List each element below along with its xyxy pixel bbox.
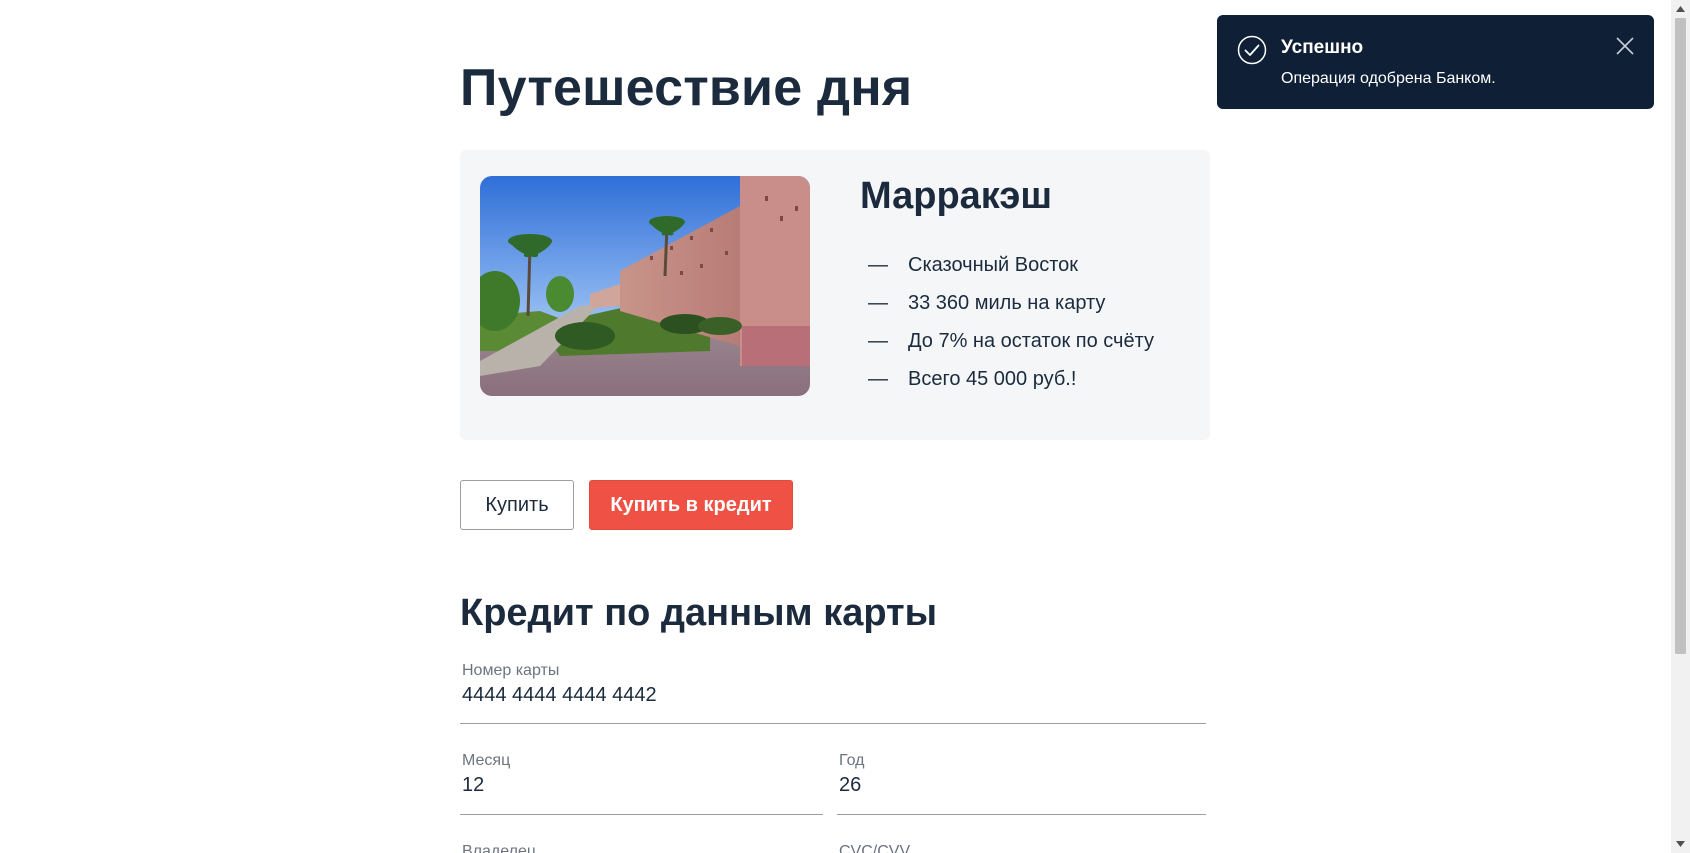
scroll-down-arrow-icon[interactable] [1671,835,1690,853]
scroll-up-arrow-icon[interactable] [1671,0,1690,18]
card-number-label: Номер карты [462,662,560,679]
owner-field[interactable]: Владелец [460,843,823,853]
cvc-label: CVC/CVV [839,843,911,853]
year-label: Год [839,752,865,769]
notification-title: Успешно [1281,37,1364,58]
success-notification: Успешно Операция одобрена Банком. [1217,15,1654,109]
close-icon[interactable] [1614,35,1636,57]
year-field[interactable]: Год 26 [837,752,1206,815]
notification-message: Операция одобрена Банком. [1281,70,1496,87]
card-number-field[interactable]: Номер карты 4444 4444 4444 4442 [460,662,1206,724]
list-item: — Всего 45 000 руб.! [868,367,1077,390]
list-item: — Сказочный Восток [868,253,1078,276]
scrollbar-thumb[interactable] [1675,18,1686,654]
year-input[interactable]: 26 [839,774,861,797]
vertical-scrollbar[interactable] [1671,0,1690,853]
card-number-input[interactable]: 4444 4444 4444 4442 [462,684,657,707]
list-item: — До 7% на остаток по счёту [868,329,1154,352]
buy-on-credit-button[interactable]: Купить в кредит [589,480,793,530]
page: Путешествие дня Марракэш — Сказочный Вос… [0,0,1690,853]
credit-form-title: Кредит по данным карты [460,592,938,634]
buy-button[interactable]: Купить [460,480,574,530]
month-label: Месяц [462,752,511,769]
offer-title: Марракэш [860,175,1052,217]
month-field[interactable]: Месяц 12 [460,752,823,815]
month-input[interactable]: 12 [462,774,484,797]
offer-image [480,176,810,396]
offer-features: — Сказочный Восток —33 360 миль на карту … [868,246,1154,398]
list-item: —33 360 миль на карту [868,291,1106,314]
page-title: Путешествие дня [460,59,913,117]
marrakech-walls-photo [480,176,810,396]
check-circle-icon [1237,35,1267,65]
cvc-field[interactable]: CVC/CVV [837,843,1206,853]
owner-label: Владелец [462,843,537,853]
